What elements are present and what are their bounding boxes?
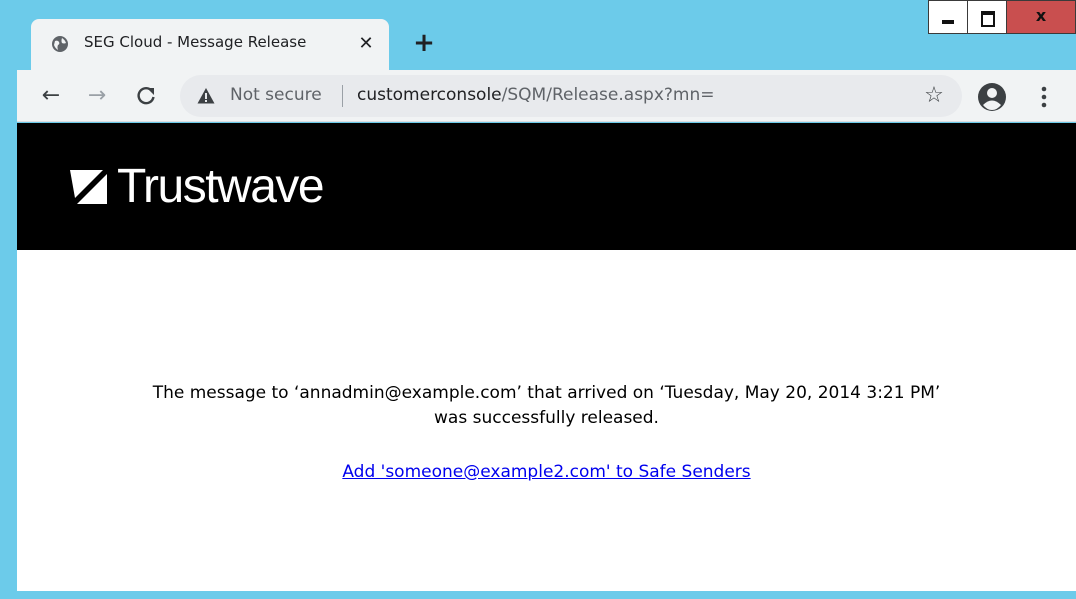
address-bar[interactable]: Not secure customerconsole/SQM/Release.a… [180,75,962,117]
release-message: The message to ‘annadmin@example.com’ th… [17,381,1076,431]
url-text[interactable]: customerconsole/SQM/Release.aspx?mn= [357,85,715,105]
reload-icon [137,86,155,105]
brand-logo-text: Trustwave [117,160,325,213]
maximize-button[interactable] [967,0,1007,34]
tab-title: SEG Cloud - Message Release [84,33,307,51]
release-message-line-1: The message to ‘annadmin@example.com’ th… [152,383,941,403]
forward-button[interactable]: → [83,82,111,110]
security-status[interactable]: Not secure [230,85,322,105]
new-tab-button[interactable]: + [411,30,437,56]
kebab-menu-icon[interactable] [1034,84,1054,110]
url-host: customerconsole [357,85,502,105]
brand-header: Trustwave [17,123,1076,250]
minimize-icon [942,20,954,24]
star-icon[interactable]: ☆ [922,84,946,108]
minimize-button[interactable] [928,0,968,34]
browser-toolbar: ← → Not secure customerconsole/SQM/Relea… [17,70,1076,122]
warning-icon[interactable] [197,87,215,105]
url-path: /SQM/Release.aspx?mn= [501,85,715,105]
reload-button[interactable] [132,82,160,110]
close-tab-icon[interactable]: ✕ [356,34,376,54]
window-controls: x [928,0,1076,36]
back-button[interactable]: ← [37,82,65,110]
tab-strip: SEG Cloud - Message Release ✕ + x [0,0,1076,71]
trustwave-logo-icon [70,170,107,204]
account-circle-icon[interactable] [977,82,1007,112]
release-message-line-2: was successfully released. [434,408,659,428]
address-divider [342,85,343,107]
globe-icon [52,36,68,52]
tab-seg-cloud[interactable]: SEG Cloud - Message Release ✕ [31,19,389,71]
safe-senders-container: Add 'someone@example2.com' to Safe Sende… [17,460,1076,484]
close-icon: x [1035,6,1047,25]
page-content: Trustwave The message to ‘annadmin@examp… [17,123,1076,591]
maximize-icon [981,11,995,27]
browser-window: SEG Cloud - Message Release ✕ + x ← → No… [0,0,1076,599]
add-to-safe-senders-link[interactable]: Add 'someone@example2.com' to Safe Sende… [342,462,750,482]
close-window-button[interactable]: x [1006,0,1076,34]
